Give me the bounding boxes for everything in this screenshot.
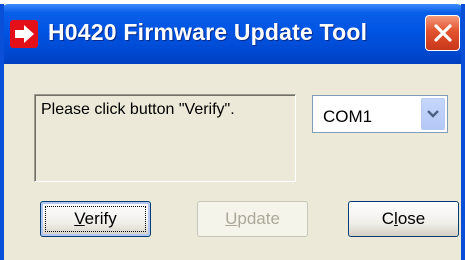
verify-label: erify	[84, 209, 117, 228]
dropdown-button[interactable]	[421, 98, 445, 130]
window-title: H0420 Firmware Update Tool	[48, 19, 368, 45]
update-mnemonic: U	[225, 209, 238, 228]
close-button[interactable]: Close	[348, 201, 459, 237]
update-label: pdate	[237, 209, 280, 228]
dialog-window: H0420 Firmware Update Tool Please click …	[0, 4, 465, 260]
verify-mnemonic: V	[74, 209, 85, 228]
chevron-down-icon	[427, 110, 439, 118]
window-close-button[interactable]	[425, 15, 460, 51]
verify-button[interactable]: Verify	[40, 201, 151, 237]
red-arrow-icon	[10, 20, 38, 48]
status-message: Please click button "Verify".	[41, 101, 235, 118]
status-panel: Please click button "Verify".	[34, 94, 296, 182]
update-button[interactable]: Update	[197, 201, 308, 237]
close-prefix: C	[381, 209, 395, 228]
close-label: ose	[397, 209, 426, 228]
close-icon	[434, 24, 452, 42]
com-port-value: COM1	[323, 107, 373, 126]
title-bar[interactable]: H0420 Firmware Update Tool	[4, 4, 461, 64]
com-port-select[interactable]: COM1	[312, 95, 448, 133]
